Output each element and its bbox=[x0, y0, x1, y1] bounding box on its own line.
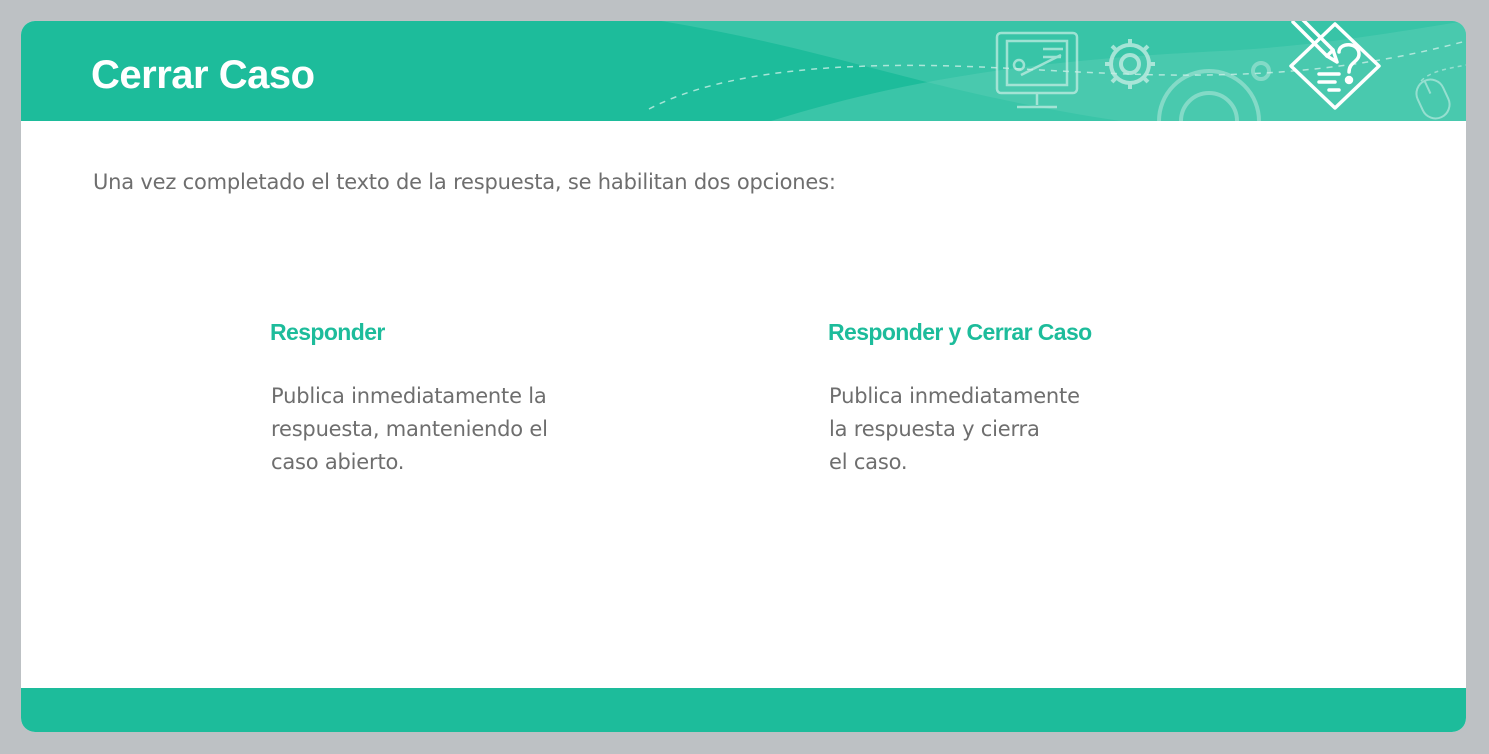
option-responder-cerrar-caso: Responder y Cerrar Caso Publica inmediat… bbox=[828, 316, 1208, 479]
option-description: Publica inmediatamente la respuesta, man… bbox=[271, 384, 548, 474]
footer-bar bbox=[21, 688, 1466, 732]
option-responder: Responder Publica inmediatamente la resp… bbox=[270, 316, 650, 479]
option-description: Publica inmediatamente la respuesta y ci… bbox=[829, 384, 1080, 474]
intro-text: Una vez completado el texto de la respue… bbox=[93, 170, 836, 194]
edit-question-icon bbox=[1289, 21, 1381, 110]
page-title: Cerrar Caso bbox=[91, 53, 315, 97]
option-title: Responder y Cerrar Caso bbox=[828, 319, 1092, 345]
header-banner: Cerrar Caso bbox=[21, 21, 1466, 121]
option-title: Responder bbox=[270, 319, 385, 345]
slide-card: Cerrar Caso Una vez completado el texto … bbox=[21, 21, 1466, 732]
